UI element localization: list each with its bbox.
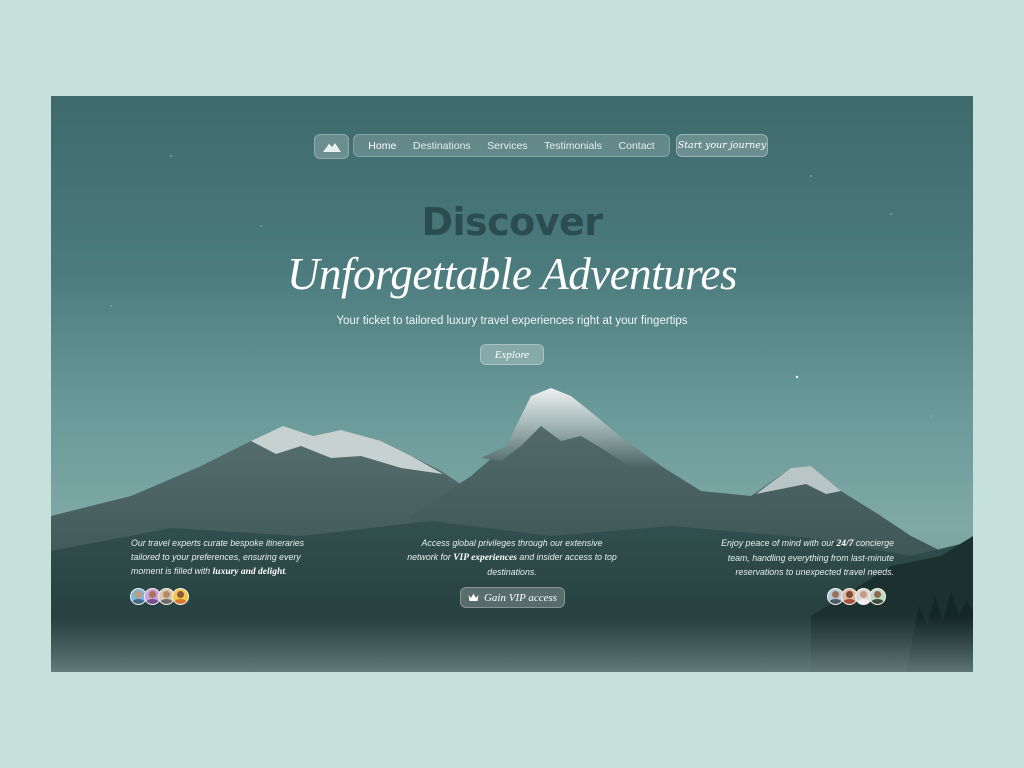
feature-curated-itineraries: Our travel experts curate bespoke itiner…	[131, 536, 321, 579]
hero-title-line2: Unforgettable Adventures	[287, 249, 738, 299]
start-journey-button[interactable]: Start your journey	[676, 134, 768, 157]
mountain-range	[51, 388, 973, 672]
nav-link-home[interactable]: Home	[368, 140, 396, 152]
hero-title-line1: Discover	[421, 200, 603, 244]
avatar	[869, 588, 886, 605]
feature-left-text-end: .	[284, 566, 288, 576]
explore-button[interactable]: Explore	[480, 344, 544, 365]
crown-icon	[468, 593, 479, 602]
main-nav: Home Destinations Services Testimonials …	[353, 134, 670, 157]
nav-link-services[interactable]: Services	[487, 140, 527, 152]
nav-link-destinations[interactable]: Destinations	[413, 140, 471, 152]
concierge-avatars	[827, 588, 886, 605]
feature-right-emphasis: 24/7	[836, 539, 854, 549]
expert-avatars	[130, 588, 189, 605]
avatar	[172, 588, 189, 605]
feature-right-text: Enjoy peace of mind with our	[721, 538, 837, 548]
logo-button[interactable]	[314, 134, 349, 159]
gain-vip-access-button[interactable]: Gain VIP access	[460, 587, 565, 608]
mountain-logo-icon	[322, 142, 341, 152]
feature-concierge: Enjoy peace of mind with our 24/7 concie…	[701, 536, 894, 579]
nav-link-contact[interactable]: Contact	[619, 140, 655, 152]
hero-subtitle: Your ticket to tailored luxury travel ex…	[336, 315, 688, 327]
gain-vip-access-label: Gain VIP access	[483, 591, 558, 604]
feature-vip-access: Access global privileges through our ext…	[406, 536, 618, 579]
hero-frame: Home Destinations Services Testimonials …	[51, 96, 973, 672]
nav-link-testimonials[interactable]: Testimonials	[544, 140, 602, 152]
feature-left-emphasis: luxury and delight	[212, 567, 285, 577]
feature-center-emphasis: VIP experiences	[453, 553, 517, 563]
